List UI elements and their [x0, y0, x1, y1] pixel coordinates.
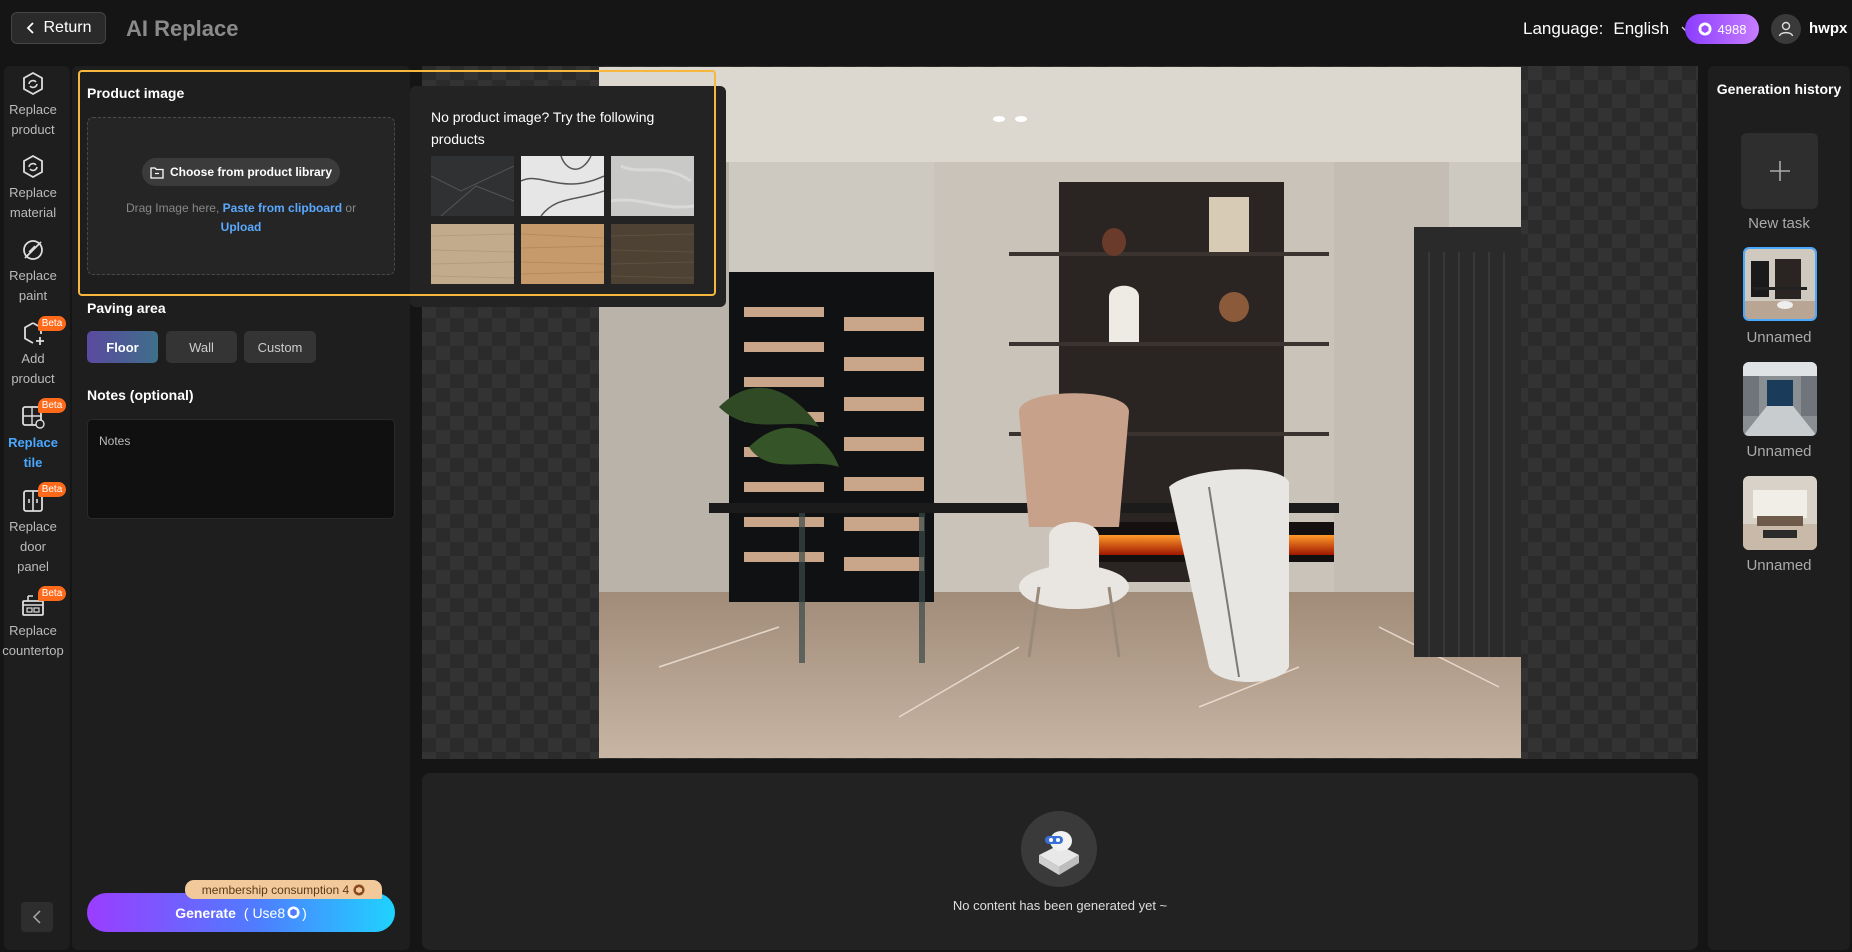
nav-label: Replace countertop: [2, 623, 64, 658]
paint-icon: [19, 236, 47, 264]
coin-icon: [1698, 22, 1712, 36]
history-thumb-1[interactable]: [1743, 247, 1817, 321]
swatch-grey-stone[interactable]: [610, 156, 695, 216]
product-image-title: Product image: [87, 85, 185, 101]
generate-label: Generate: [175, 904, 236, 921]
credits-badge[interactable]: 4988: [1685, 14, 1759, 44]
language-value: English: [1613, 19, 1670, 38]
history-label: Unnamed: [1746, 443, 1812, 460]
collapse-sidebar-button[interactable]: [21, 902, 53, 932]
history-title: Generation history: [1716, 81, 1842, 97]
return-button[interactable]: Return: [11, 12, 106, 44]
empty-state-text: No content has been generated yet ~: [952, 898, 1168, 913]
nav-label: Replace tile: [8, 435, 58, 470]
app-title: AI Replace: [126, 16, 239, 41]
beta-badge: Beta: [38, 316, 66, 331]
image-dropzone[interactable]: [87, 117, 395, 275]
app-root: Return AI Replace Language: English 4988…: [0, 0, 1852, 952]
language-selector[interactable]: Language: English: [1523, 19, 1693, 39]
chevron-left-icon: [32, 910, 41, 924]
swatch-white-marble[interactable]: [520, 155, 605, 217]
notes-title: Notes (optional): [87, 387, 194, 403]
nav-label: Replace product: [9, 102, 57, 137]
history-thumb-2[interactable]: [1743, 362, 1817, 436]
new-task-label: New task: [1748, 215, 1810, 232]
nav-replace-paint[interactable]: Replace paint: [0, 236, 66, 306]
drag-instructions: Drag Image here, Paste from clipboard or…: [87, 199, 395, 237]
plus-icon: [1769, 161, 1790, 181]
drag-text: Drag Image here,: [125, 201, 220, 215]
upload-link[interactable]: Upload: [221, 220, 262, 234]
nav-label: Add product: [11, 351, 55, 386]
avatar[interactable]: [1771, 14, 1801, 44]
coin-icon: [287, 906, 300, 919]
beta-badge: Beta: [38, 398, 66, 413]
chevron-left-icon: [27, 22, 35, 34]
nav-replace-product[interactable]: Replace product: [0, 70, 66, 140]
replace-material-icon: [19, 153, 47, 181]
nav-label: Replace material: [9, 185, 57, 220]
nav-label: Replace paint: [9, 268, 57, 303]
robot-empty-icon: [1021, 811, 1097, 887]
nav-replace-tile[interactable]: Replace tile: [0, 403, 66, 473]
new-task-button[interactable]: [1741, 133, 1818, 209]
paste-clipboard-link[interactable]: Paste from clipboard: [223, 201, 342, 215]
or-text: or: [345, 201, 357, 215]
credits-count: 4988: [1717, 21, 1747, 37]
beta-badge: Beta: [38, 586, 66, 601]
history-label: Unnamed: [1746, 329, 1812, 346]
folder-icon: [150, 166, 164, 179]
notes-input[interactable]: [87, 419, 395, 519]
top-bar: Return AI Replace Language: English 4988…: [0, 0, 1852, 60]
nav-label: Replace door panel: [9, 519, 57, 574]
language-label: Language:: [1523, 19, 1604, 38]
paving-area-title: Paving area: [87, 300, 166, 316]
swatch-natural-oak[interactable]: [520, 224, 605, 284]
paving-custom-button[interactable]: Custom: [244, 331, 316, 363]
paving-wall-button[interactable]: Wall: [166, 331, 237, 363]
history-thumb-3[interactable]: [1743, 476, 1817, 550]
room-image: [599, 67, 1521, 758]
replace-product-icon: [19, 70, 47, 98]
paving-floor-button[interactable]: Floor: [87, 331, 158, 363]
nav-replace-door-panel[interactable]: Replace door panel: [0, 487, 66, 577]
nav-replace-countertop[interactable]: Replace countertop: [0, 591, 66, 661]
swatch-light-oak[interactable]: [430, 224, 515, 284]
generate-cost-close: ): [302, 904, 307, 921]
history-label: Unnamed: [1746, 557, 1812, 574]
choose-library-button[interactable]: Choose from product library: [142, 158, 340, 186]
beta-badge: Beta: [38, 482, 66, 497]
username: hwpx: [1809, 20, 1848, 37]
coin-icon: [353, 884, 365, 895]
membership-consumption-badge: membership consumption 4: [185, 880, 382, 899]
swatch-dark-marble[interactable]: [430, 156, 515, 217]
generate-cost: ( Use8 ): [244, 905, 307, 921]
suggestion-title: No product image? Try the following prod…: [431, 109, 655, 147]
swatch-dark-walnut[interactable]: [610, 224, 695, 284]
generate-cost-text: ( Use8: [243, 904, 286, 921]
choose-library-label: Choose from product library: [169, 165, 333, 179]
return-label: Return: [43, 19, 92, 36]
user-icon: [1778, 21, 1794, 37]
membership-label: membership consumption 4: [201, 882, 350, 897]
nav-replace-material[interactable]: Replace material: [0, 153, 66, 223]
